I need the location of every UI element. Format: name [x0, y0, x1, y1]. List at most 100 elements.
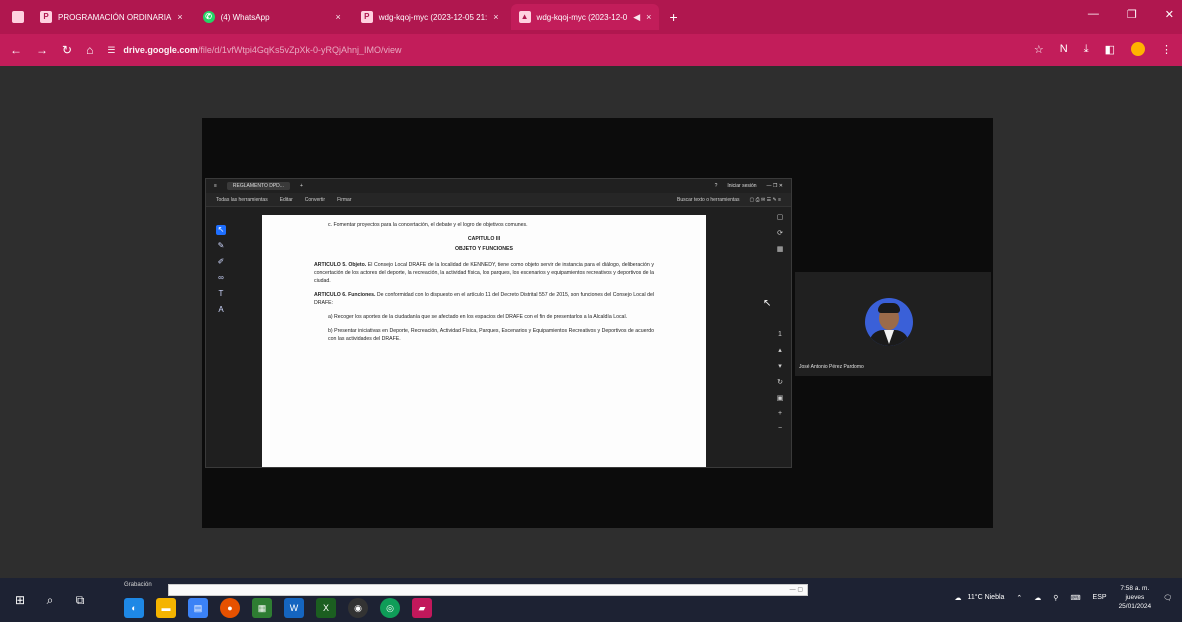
pdf-menu-item: Todas las herramientas [216, 196, 268, 203]
app-green-icon[interactable]: ▦ [252, 598, 272, 618]
tab-label: wdg-kqoj-myc (2023-12-05 21: [378, 12, 488, 22]
pdf-save-icon: ▣ [776, 395, 784, 402]
tab-recording-2[interactable]: ▲ wdg-kqoj-myc (2023-12-0 ◀ × [510, 4, 660, 30]
close-window-icon[interactable]: ✕ [1165, 8, 1174, 21]
pdf-chapter-subtitle: OBJETO Y FUNCIONES [455, 246, 513, 252]
pdf-rotate-icon: ⟳ [777, 230, 783, 237]
weather-text: 11°C Niebla [967, 594, 1005, 601]
url-path: /file/d/1vfWtpi4GqKs5vZpXk-0-yRQjAhnj_IM… [197, 45, 402, 55]
pdf-paragraph: a) Recoger los aportes de la ciudadanía … [328, 314, 628, 320]
pdf-paragraph: ARTICULO 6. Funciones. De conformidad co… [314, 291, 654, 307]
comment-tool-icon: ✎ [217, 241, 225, 250]
select-tool-icon: ↖ [216, 225, 226, 235]
pdf-menu-item: Firmar [337, 196, 352, 203]
pdf-refresh-icon: ↻ [777, 379, 783, 386]
address-bar: ← → ↻ ⌂ ☰ drive.google.com/file/d/1vfWtp… [0, 34, 1182, 66]
notification-icon[interactable]: 🗨 [1163, 594, 1172, 602]
tab-recording-1[interactable]: P wdg-kqoj-myc (2023-12-05 21: × [353, 6, 507, 28]
site-info-icon[interactable]: ☰ [107, 45, 115, 56]
minimize-icon[interactable]: — [1088, 8, 1099, 21]
clock-date: 25/01/2024 [1118, 603, 1152, 610]
recording-toolbar: Grabación — ▢ [124, 582, 810, 598]
app-edge-icon[interactable]: ◐ [124, 598, 144, 618]
drive-icon: ▲ [518, 11, 531, 23]
tray-chevron-icon[interactable]: ⌃ [1016, 594, 1022, 602]
app-excel-icon[interactable]: X [316, 598, 336, 618]
mouse-cursor-icon: ↖ [763, 298, 772, 309]
pdf-paragraph: b) Presentar iniciativas en Deporte, Rec… [328, 328, 654, 342]
pp-icon: P [360, 11, 373, 23]
cloud-icon[interactable]: ☁ [1034, 594, 1041, 602]
profile-avatar[interactable] [1131, 42, 1145, 56]
close-icon[interactable]: × [646, 12, 651, 22]
app-chrome-icon[interactable]: ◎ [380, 598, 400, 618]
kebab-menu-icon[interactable]: ⋮ [1161, 43, 1172, 56]
pp-icon: P [40, 11, 52, 23]
tab-label: (4) WhatsApp [220, 12, 270, 22]
tab-label: wdg-kqoj-myc (2023-12-0 [536, 12, 628, 22]
close-icon[interactable]: × [493, 12, 498, 22]
url-field[interactable]: ☰ drive.google.com/file/d/1vfWtpi4GqKs5v… [107, 45, 401, 56]
draw-tool-icon: ✐ [217, 257, 225, 266]
pdf-tab: REGLAMENTO DPD... [226, 182, 290, 190]
pdf-search-hint: Buscar texto o herramientas [677, 196, 740, 203]
forward-icon[interactable]: → [36, 43, 48, 57]
bookmark-star-icon[interactable]: ☆ [1034, 43, 1044, 56]
article-heading: ARTICULO 5. Objeto. [314, 262, 367, 268]
task-view-icon[interactable]: ⧉ [70, 590, 90, 610]
tab-whatsapp[interactable]: ✆ (4) WhatsApp × [195, 6, 349, 28]
weather-widget[interactable]: ☁ 11°C Niebla [955, 594, 1005, 602]
pdf-menu-item: Convertir [304, 196, 326, 203]
taskbar-apps: ◐ ▬ ▤ ● ▦ W X ◉ ◎ ▰ [124, 598, 432, 618]
pdf-page: c. Fomentar proyectos para la concertaci… [262, 215, 706, 467]
maximize-icon[interactable]: ❐ [1127, 8, 1137, 21]
audio-icon[interactable]: ◀ [633, 12, 640, 23]
browser-tab-strip: P PROGRAMACIÓN ORDINARIA × ✆ (4) WhatsAp… [0, 0, 1182, 34]
pdf-help-icon: ? [714, 183, 718, 189]
reload-icon[interactable]: ↻ [62, 43, 72, 57]
pdf-home-icon: ≡ [214, 183, 217, 189]
clock[interactable]: 7:58 a. m. jueves 25/01/2024 [1119, 584, 1152, 611]
app-firefox-icon[interactable]: ● [220, 598, 240, 618]
language-indicator[interactable]: ESP [1093, 594, 1107, 601]
home-icon[interactable]: ⌂ [86, 43, 93, 57]
pdf-grid-icon: ▦ [776, 246, 784, 253]
app-pdf-icon[interactable]: ▰ [412, 598, 432, 618]
app-store-icon[interactable]: ▤ [188, 598, 208, 618]
pdf-menu-bar: Todas las herramientas Editar Convertir … [206, 193, 791, 207]
pdf-page-num-icon: 1 [778, 331, 782, 338]
app-word-icon[interactable]: W [284, 598, 304, 618]
download-icon[interactable]: ⤓ [1084, 43, 1089, 56]
search-icon[interactable]: ⌕ [40, 590, 60, 610]
keyboard-icon[interactable]: ⌨ [1070, 594, 1080, 602]
tab-label: PROGRAMACIÓN ORDINARIA [58, 12, 172, 22]
extension-icon[interactable]: N [1060, 43, 1068, 55]
network-icon[interactable]: ⚲ [1053, 594, 1058, 602]
pdf-newtab-icon: + [299, 183, 303, 189]
recording-input[interactable]: — ▢ [168, 584, 808, 596]
sidepanel-icon[interactable]: ◧ [1105, 43, 1115, 56]
app-media-icon[interactable]: ◉ [348, 598, 368, 618]
recording-controls-icon[interactable]: — ▢ [790, 586, 803, 593]
app-explorer-icon[interactable]: ▬ [156, 598, 176, 618]
windows-taskbar: ⊞ ⌕ ⧉ Grabación — ▢ ◐ ▬ ▤ ● ▦ W X ◉ ◎ ▰ … [0, 578, 1182, 622]
windows-start-icon[interactable]: ⊞ [10, 590, 30, 610]
pdf-menu-item: Editar [279, 196, 293, 203]
pdf-window-controls: — ❐ ✕ [766, 183, 783, 189]
avatar [865, 298, 913, 346]
pdf-signin: Iniciar sesión [727, 183, 757, 189]
browser-menu-icon[interactable] [8, 6, 28, 28]
close-icon[interactable]: × [336, 12, 341, 22]
url-host: drive.google.com [123, 45, 198, 55]
pdf-zoom-in-icon: + [777, 410, 783, 417]
pdf-paragraph: ARTICULO 5. Objeto. El Consejo Local DRA… [314, 261, 654, 285]
tab-programacion[interactable]: P PROGRAMACIÓN ORDINARIA × [32, 6, 191, 28]
back-icon[interactable]: ← [10, 43, 22, 57]
participant-tile: José Antonio Pérez Pardomo [795, 272, 991, 376]
pdf-toolbar-icons: ▢ ⎙ ✉ ☰ ✎ ≡ [749, 196, 781, 203]
pdf-chapter-title: CAPITULO III [467, 236, 501, 242]
new-tab-button[interactable]: + [669, 9, 677, 25]
pdf-paragraph: c. Fomentar proyectos para la concertaci… [328, 222, 528, 228]
close-icon[interactable]: × [177, 12, 182, 22]
pdf-comment-icon: ▢ [776, 214, 784, 221]
